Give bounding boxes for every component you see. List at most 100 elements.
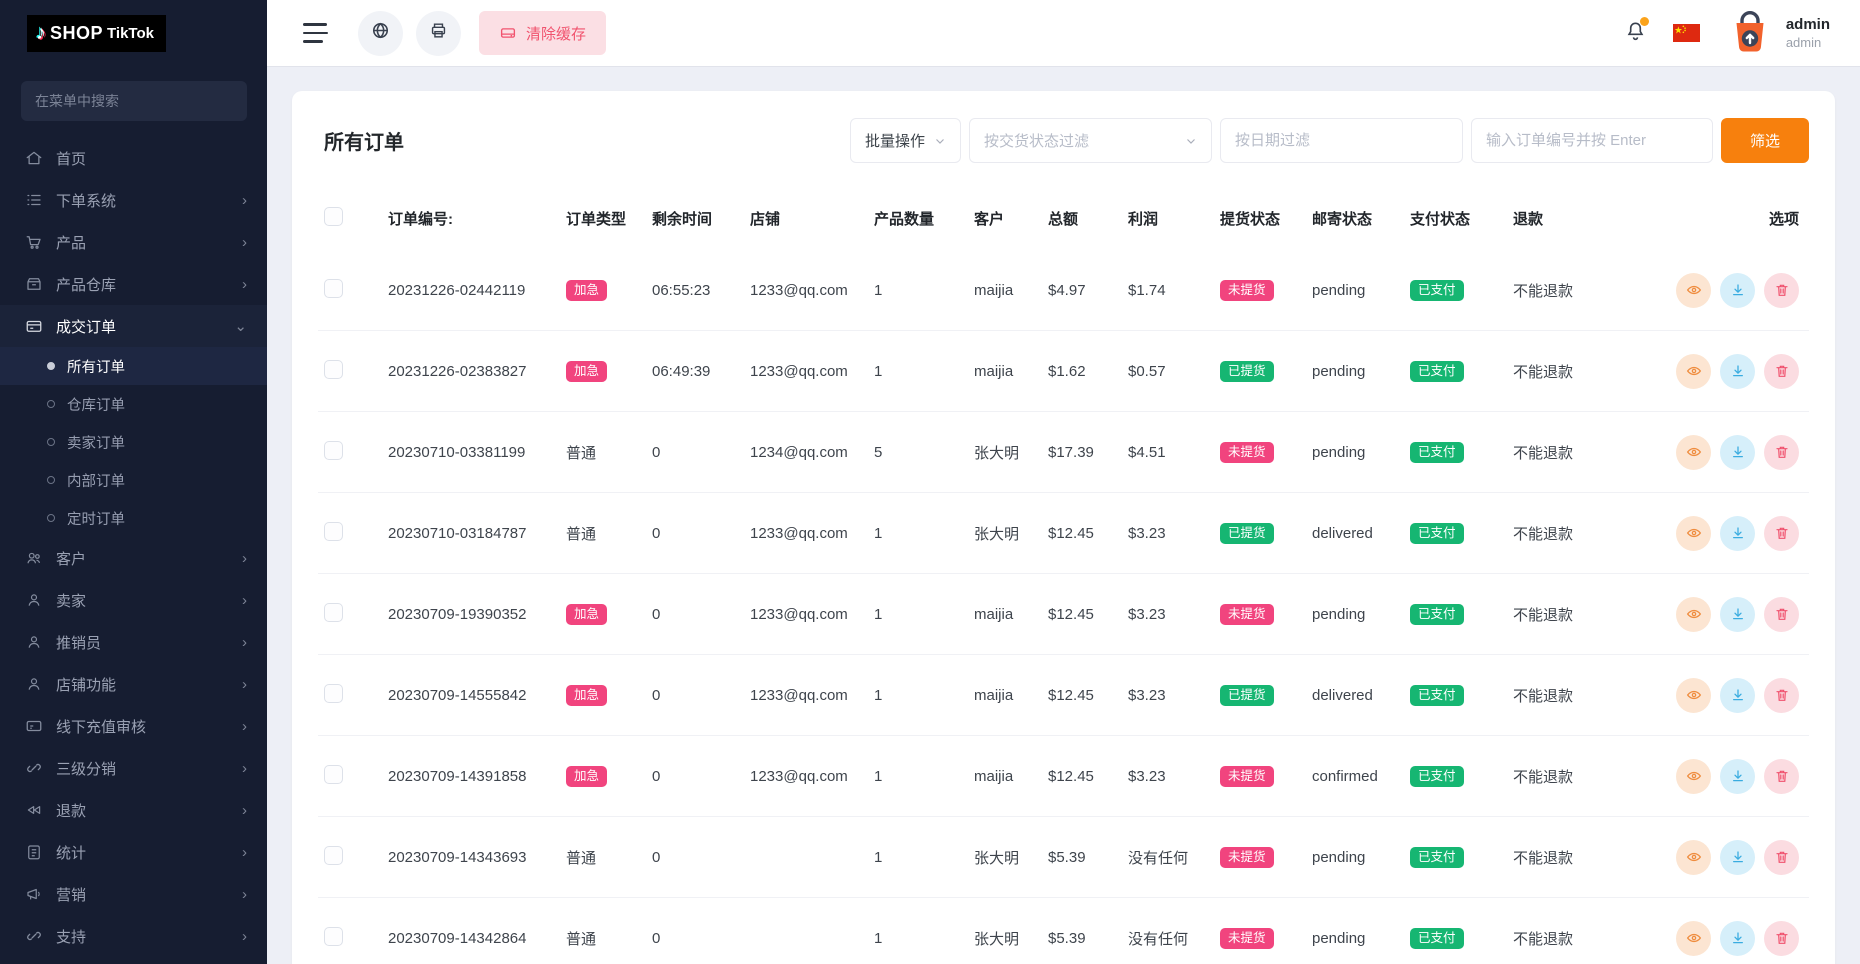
bulk-actions-select[interactable]: 批量操作 — [850, 118, 961, 163]
refund-status: 不能退款 — [1507, 898, 1647, 964]
row-checkbox[interactable] — [324, 360, 343, 379]
language-globe-button[interactable] — [358, 11, 403, 56]
sidebar-item-5[interactable]: 客户› — [0, 537, 267, 579]
delete-button[interactable] — [1764, 678, 1799, 713]
delete-button[interactable] — [1764, 921, 1799, 956]
sidebar-item-8[interactable]: 店铺功能› — [0, 663, 267, 705]
view-button[interactable] — [1676, 435, 1711, 470]
order-row: 20230710-03184787普通01233@qq.com1张大明$12.4… — [318, 493, 1809, 574]
order-number: 20231226-02383827 — [382, 331, 560, 412]
menu-toggle-icon[interactable] — [303, 23, 328, 43]
filter-button[interactable]: 筛选 — [1721, 118, 1809, 163]
remaining-time: 0 — [646, 493, 744, 574]
print-button[interactable] — [416, 11, 461, 56]
row-checkbox[interactable] — [324, 684, 343, 703]
row-checkbox[interactable] — [324, 765, 343, 784]
order-type: 普通 — [566, 445, 596, 462]
view-button[interactable] — [1676, 678, 1711, 713]
remaining-time: 0 — [646, 898, 744, 964]
sidebar-item-14[interactable]: 支持› — [0, 915, 267, 957]
view-button[interactable] — [1676, 921, 1711, 956]
menu-search-input[interactable] — [21, 81, 247, 121]
row-checkbox[interactable] — [324, 279, 343, 298]
download-button[interactable] — [1720, 354, 1755, 389]
order-type-badge: 加急 — [566, 361, 607, 382]
sidebar-item-2[interactable]: 产品› — [0, 221, 267, 263]
view-button[interactable] — [1676, 273, 1711, 308]
customer: maijia — [968, 736, 1042, 817]
pickup-status-badge: 已提货 — [1220, 361, 1274, 382]
sidebar-subitem-2[interactable]: 卖家订单 — [0, 423, 267, 461]
sidebar-item-1[interactable]: 下单系统› — [0, 179, 267, 221]
row-checkbox[interactable] — [324, 441, 343, 460]
sidebar-item-12[interactable]: 统计› — [0, 831, 267, 873]
delete-button[interactable] — [1764, 435, 1799, 470]
download-button[interactable] — [1720, 273, 1755, 308]
sidebar-subitem-3[interactable]: 内部订单 — [0, 461, 267, 499]
delete-button[interactable] — [1764, 354, 1799, 389]
bullet-icon — [47, 514, 55, 522]
delete-button[interactable] — [1764, 840, 1799, 875]
sidebar-item-10[interactable]: 三级分销› — [0, 747, 267, 789]
row-checkbox[interactable] — [324, 603, 343, 622]
delete-button[interactable] — [1764, 597, 1799, 632]
sidebar-item-13[interactable]: 营销› — [0, 873, 267, 915]
total: $17.39 — [1042, 412, 1122, 493]
date-filter-input[interactable] — [1220, 118, 1463, 163]
sidebar-subitem-0[interactable]: 所有订单 — [0, 347, 267, 385]
download-button[interactable] — [1720, 678, 1755, 713]
download-button[interactable] — [1720, 435, 1755, 470]
sidebar-item-7[interactable]: 推销员› — [0, 621, 267, 663]
view-button[interactable] — [1676, 759, 1711, 794]
download-button[interactable] — [1720, 759, 1755, 794]
delete-button[interactable] — [1764, 759, 1799, 794]
clear-cache-button[interactable]: 清除缓存 — [479, 11, 606, 55]
delete-button[interactable] — [1764, 516, 1799, 551]
download-button[interactable] — [1720, 516, 1755, 551]
logo[interactable]: ♪ SHOP TikTok — [0, 0, 267, 52]
sidebar-subitem-1[interactable]: 仓库订单 — [0, 385, 267, 423]
sidebar-subitem-4[interactable]: 定时订单 — [0, 499, 267, 537]
delivery-status-select[interactable]: 按交货状态过滤 — [969, 118, 1212, 163]
user-menu[interactable]: admin admin — [1726, 9, 1830, 57]
china-flag-icon[interactable] — [1673, 24, 1700, 42]
chevron-right-icon: › — [242, 845, 247, 860]
profit: $3.23 — [1122, 574, 1214, 655]
delete-button[interactable] — [1764, 273, 1799, 308]
order-type: 普通 — [566, 526, 596, 543]
sidebar-item-0[interactable]: 首页 — [0, 137, 267, 179]
chevron-down-icon: ⌄ — [234, 319, 247, 334]
row-checkbox[interactable] — [324, 927, 343, 946]
chevron-down-icon — [934, 135, 946, 147]
order-no-input[interactable] — [1471, 118, 1713, 163]
row-checkbox[interactable] — [324, 522, 343, 541]
row-checkbox[interactable] — [324, 846, 343, 865]
sidebar-item-3[interactable]: 产品仓库› — [0, 263, 267, 305]
view-button[interactable] — [1676, 354, 1711, 389]
view-button[interactable] — [1676, 840, 1711, 875]
orders-table-body: 20231226-02442119加急06:55:231233@qq.com1m… — [318, 250, 1809, 964]
download-button[interactable] — [1720, 921, 1755, 956]
select-all-checkbox[interactable] — [324, 207, 343, 226]
sidebar-item-15[interactable]: 网站设置› — [0, 957, 267, 964]
column-header: 订单类型 — [560, 193, 646, 250]
user-name: admin — [1786, 16, 1830, 35]
order-row: 20231226-02383827加急06:49:391233@qq.com1m… — [318, 331, 1809, 412]
clear-cache-label: 清除缓存 — [526, 23, 586, 44]
download-button[interactable] — [1720, 597, 1755, 632]
refund-status: 不能退款 — [1507, 736, 1647, 817]
view-button[interactable] — [1676, 597, 1711, 632]
sidebar-item-4[interactable]: 成交订单⌄ — [0, 305, 267, 347]
sidebar-item-11[interactable]: 退款› — [0, 789, 267, 831]
pickup-status-badge: 已提货 — [1220, 523, 1274, 544]
total: $5.39 — [1042, 817, 1122, 898]
download-button[interactable] — [1720, 840, 1755, 875]
user-role: admin — [1786, 35, 1830, 51]
sidebar-item-9[interactable]: 线下充值审核› — [0, 705, 267, 747]
notifications-button[interactable] — [1624, 19, 1647, 47]
view-button[interactable] — [1676, 516, 1711, 551]
pickup-status-badge: 未提货 — [1220, 847, 1274, 868]
chevron-right-icon: › — [242, 719, 247, 734]
order-type-badge: 加急 — [566, 685, 607, 706]
sidebar-item-6[interactable]: 卖家› — [0, 579, 267, 621]
